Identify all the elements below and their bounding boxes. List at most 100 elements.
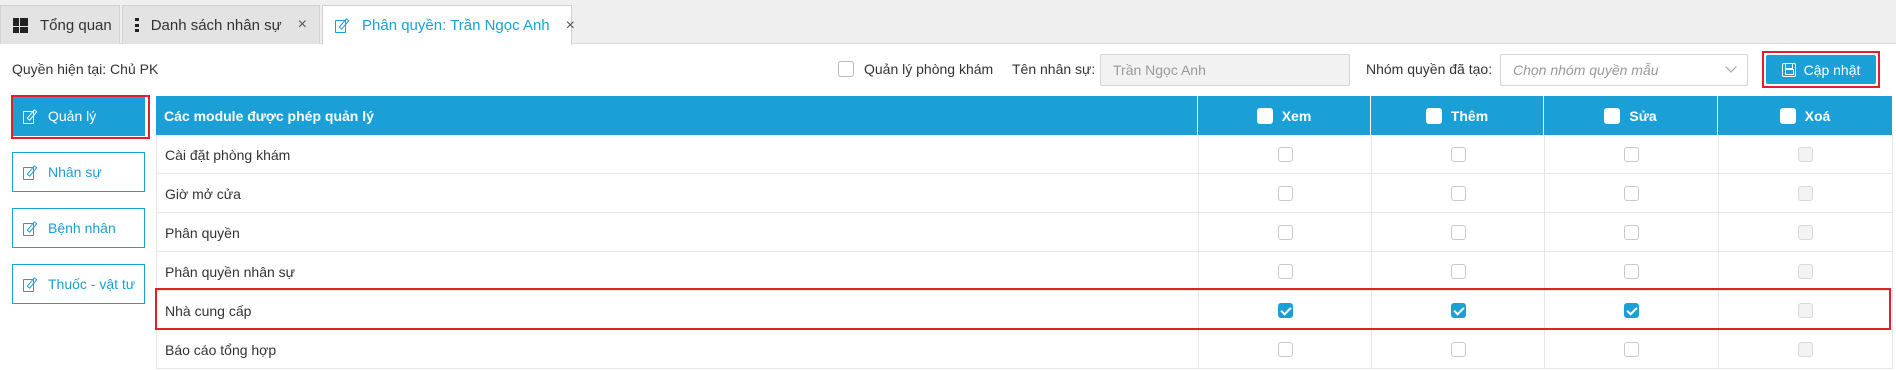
view-permission-checkbox[interactable] (1277, 264, 1293, 279)
dashboard-icon (13, 17, 28, 33)
select-all-add-checkbox[interactable] (1425, 107, 1442, 124)
column-header-label: Xem (1281, 107, 1312, 124)
view-permission-checkbox[interactable] (1277, 303, 1293, 318)
permission-cell-add (1372, 174, 1545, 213)
add-permission-checkbox[interactable] (1450, 147, 1466, 162)
sidebar-item-label: Nhân sự (48, 164, 102, 180)
table-row: Cài đặt phòng khám (156, 135, 1893, 174)
current-role-label: Quyền hiện tại: Chủ PK (12, 61, 159, 77)
permission-cell-edit (1545, 330, 1719, 369)
module-name: Phân quyền (157, 213, 1199, 252)
table-row: Phân quyền (156, 213, 1893, 252)
module-name: Nhà cung cấp (157, 291, 1199, 330)
column-header-label: Xoá (1804, 107, 1831, 124)
module-name: Giờ mở cửa (157, 174, 1199, 213)
module-name: Cài đặt phòng khám (157, 135, 1199, 174)
permission-cell-view (1199, 252, 1372, 291)
tab-overview[interactable]: Tổng quan (0, 5, 120, 44)
edit-permission-checkbox[interactable] (1624, 264, 1639, 279)
column-header-edit: Sửa (1544, 96, 1718, 135)
permission-group-label: Nhóm quyền đã tạo: (1366, 61, 1493, 77)
permission-cell-view (1199, 330, 1372, 369)
permission-cell-edit (1545, 213, 1719, 252)
select-all-delete-checkbox[interactable] (1779, 107, 1796, 124)
update-button[interactable]: Cập nhật (1766, 55, 1876, 84)
table-row: Phân quyền nhân sự (156, 252, 1893, 291)
edit-permission-checkbox[interactable] (1624, 342, 1639, 357)
permission-group-placeholder: Chọn nhóm quyền mẫu (1513, 62, 1659, 78)
edit-permission-checkbox[interactable] (1624, 225, 1639, 240)
edit-icon (23, 220, 38, 236)
tab-permissions[interactable]: Phân quyền: Trần Ngọc Anh × (322, 5, 575, 45)
permission-cell-add (1372, 252, 1545, 291)
permission-cell-delete (1719, 330, 1893, 369)
table-row: Nhà cung cấp (155, 288, 1893, 330)
clinic-manager-checkbox[interactable]: Quản lý phòng khám (838, 61, 993, 77)
permission-cell-view (1199, 174, 1372, 213)
add-permission-checkbox[interactable] (1450, 342, 1466, 357)
module-name: Phân quyền nhân sự (157, 252, 1199, 291)
add-permission-checkbox[interactable] (1450, 303, 1466, 318)
view-permission-checkbox[interactable] (1277, 225, 1293, 240)
add-permission-checkbox[interactable] (1450, 225, 1466, 240)
chevron-down-icon (1725, 61, 1737, 73)
sidebar-item-label: Thuốc - vật tư (48, 276, 136, 292)
permission-cell-delete (1719, 252, 1893, 291)
column-header-label: Thêm (1450, 107, 1489, 124)
permission-cell-delete (1719, 291, 1893, 330)
save-icon (1781, 62, 1796, 77)
sidebar-item-highlight (11, 95, 150, 139)
permission-group-select[interactable]: Chọn nhóm quyền mẫu (1500, 54, 1748, 86)
add-permission-checkbox[interactable] (1450, 186, 1466, 201)
permission-cell-add (1372, 291, 1545, 330)
permission-toolbar: Quyền hiện tại: Chủ PK Quản lý phòng khá… (0, 51, 1896, 88)
table-row: Báo cáo tổng hợp (156, 330, 1893, 369)
view-permission-checkbox[interactable] (1277, 147, 1293, 162)
clinic-manager-label: Quản lý phòng khám (864, 61, 994, 77)
tab-staff-list[interactable]: Danh sách nhân sự × (122, 5, 320, 44)
tab-bar: Tổng quan Danh sách nhân sự × Phân quyền… (0, 0, 1896, 45)
module-name: Báo cáo tổng hợp (157, 330, 1199, 369)
edit-icon (23, 164, 38, 180)
column-header-module: Các module được phép quản lý (156, 96, 1198, 135)
delete-permission-checkbox (1798, 147, 1813, 162)
update-button-label: Cập nhật (1803, 61, 1861, 78)
edit-permission-checkbox[interactable] (1624, 147, 1639, 162)
permission-cell-edit (1545, 135, 1719, 174)
select-all-view-checkbox[interactable] (1256, 107, 1273, 124)
permission-cell-add (1372, 330, 1545, 369)
checkbox[interactable] (838, 61, 854, 77)
edit-permission-checkbox[interactable] (1624, 303, 1639, 318)
edit-permission-checkbox[interactable] (1624, 186, 1639, 201)
add-permission-checkbox[interactable] (1450, 264, 1466, 279)
permission-cell-edit (1545, 291, 1719, 330)
view-permission-checkbox[interactable] (1277, 186, 1293, 201)
permission-cell-view (1199, 291, 1372, 330)
delete-permission-checkbox (1798, 264, 1813, 279)
update-button-highlight: Cập nhật (1762, 51, 1880, 88)
delete-permission-checkbox (1798, 342, 1813, 357)
close-icon[interactable]: × (566, 17, 575, 35)
sidebar-item-management[interactable]: Quản lý (11, 95, 150, 139)
table-header: Các module được phép quản lý Xem Thêm Sử… (156, 96, 1892, 135)
view-permission-checkbox[interactable] (1277, 342, 1293, 357)
tab-label: Danh sách nhân sự (150, 16, 282, 34)
column-header-add: Thêm (1371, 96, 1544, 135)
table-row: Giờ mở cửa (156, 174, 1893, 213)
permission-cell-delete (1719, 213, 1893, 252)
list-icon (135, 18, 140, 32)
select-all-edit-checkbox[interactable] (1604, 107, 1621, 124)
column-header-view: Xem (1198, 96, 1371, 135)
permission-cell-edit (1545, 252, 1719, 291)
permission-cell-add (1372, 135, 1545, 174)
edit-icon (23, 276, 38, 292)
column-header-delete: Xoá (1718, 96, 1892, 135)
delete-permission-checkbox (1798, 303, 1813, 318)
close-icon[interactable]: × (298, 16, 307, 34)
sidebar-item-patients[interactable]: Bệnh nhân (12, 208, 145, 248)
column-header-label: Sửa (1629, 107, 1657, 124)
sidebar-item-label: Bệnh nhân (48, 220, 116, 236)
sidebar-item-medicine-supplies[interactable]: Thuốc - vật tư (12, 264, 145, 304)
permission-cell-delete (1719, 174, 1893, 213)
sidebar-item-staff[interactable]: Nhân sự (12, 152, 145, 192)
